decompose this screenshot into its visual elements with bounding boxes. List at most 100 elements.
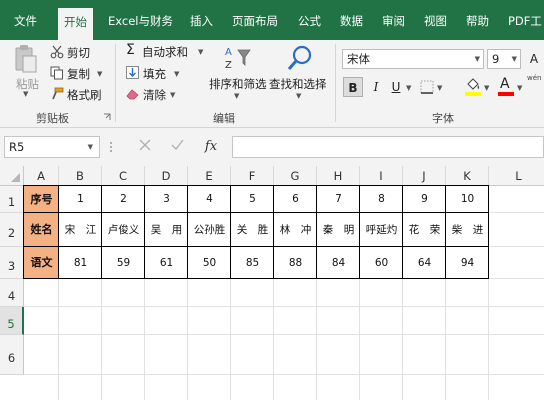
score-cell[interactable]: 50 — [188, 247, 231, 279]
column-header-i[interactable]: I — [360, 166, 403, 186]
score-cell[interactable]: 94 — [446, 247, 489, 279]
name-cell[interactable]: 公孙胜 — [188, 213, 231, 247]
index-cell[interactable]: 1 — [59, 186, 102, 213]
index-cell[interactable]: 6 — [274, 186, 317, 213]
index-cell[interactable]: 8 — [360, 186, 403, 213]
index-cell[interactable]: 4 — [188, 186, 231, 213]
italic-button[interactable]: I — [366, 77, 386, 97]
column-header-e[interactable]: E — [188, 166, 231, 186]
index-cell[interactable]: 2 — [102, 186, 145, 213]
name-cell[interactable]: 林 冲 — [274, 213, 317, 247]
score-cell[interactable]: 85 — [231, 247, 274, 279]
find-select-dropdown-icon: ▼ — [296, 92, 302, 100]
chevron-down-icon[interactable]: ▼ — [512, 50, 517, 68]
name-box[interactable]: R5 ▼ — [4, 136, 100, 158]
confirm-entry-button[interactable] — [166, 137, 188, 157]
copy-button[interactable]: 复制 ▼ — [50, 65, 116, 83]
row-header-2[interactable]: 2 — [0, 213, 24, 247]
column-header-h[interactable]: H — [317, 166, 360, 186]
phonetic-button[interactable]: wén — [526, 74, 544, 98]
score-cell[interactable]: 59 — [102, 247, 145, 279]
tab-excel-finance[interactable]: Excel与财务 — [108, 0, 173, 40]
sort-filter-button[interactable]: A Z 排序和筛选 ▼ — [208, 42, 268, 106]
formula-input[interactable] — [232, 136, 544, 158]
column-header-a[interactable]: A — [24, 166, 59, 186]
row-header-5[interactable]: 5 — [0, 307, 24, 335]
chevron-down-icon[interactable]: ▼ — [88, 137, 93, 157]
underline-dropdown-icon[interactable]: ▼ — [406, 84, 411, 92]
x-icon — [139, 139, 151, 151]
fill-color-button[interactable] — [463, 76, 483, 98]
index-cell[interactable]: 7 — [317, 186, 360, 213]
name-cell[interactable]: 呼延灼 — [360, 213, 403, 247]
column-header-j[interactable]: J — [403, 166, 446, 186]
tab-insert[interactable]: 插入 — [190, 0, 213, 40]
name-cell[interactable]: 宋 江 — [59, 213, 102, 247]
formula-bar-splitter[interactable] — [110, 140, 114, 154]
index-cell[interactable]: 9 — [403, 186, 446, 213]
paste-button[interactable]: 粘贴 ▼ — [8, 42, 44, 98]
underline-button[interactable]: U — [386, 77, 406, 97]
font-color-dropdown-icon[interactable]: ▼ — [517, 84, 522, 92]
borders-dropdown-icon[interactable]: ▼ — [437, 84, 442, 92]
index-cell[interactable]: 10 — [446, 186, 489, 213]
tab-help[interactable]: 帮助 — [466, 0, 489, 40]
fill-button[interactable]: 填充 ▼ — [126, 65, 186, 83]
grow-font-button[interactable]: A — [524, 49, 544, 69]
name-cell[interactable]: 花 荣 — [403, 213, 446, 247]
autosum-button[interactable]: Σ 自动求和 ▼ — [126, 42, 210, 61]
row-label-cell[interactable]: 语文 — [24, 247, 59, 279]
tab-pdf-tools[interactable]: PDF工 — [508, 0, 542, 40]
name-cell[interactable]: 吴 用 — [145, 213, 188, 247]
tab-data[interactable]: 数据 — [340, 0, 363, 40]
tab-formulas[interactable]: 公式 — [298, 0, 321, 40]
score-cell[interactable]: 81 — [59, 247, 102, 279]
name-cell[interactable]: 秦 明 — [317, 213, 360, 247]
cut-button[interactable]: 剪切 — [50, 44, 106, 62]
row-label-cell[interactable]: 姓名 — [24, 213, 59, 247]
row-header-1[interactable]: 1 — [0, 186, 24, 213]
column-header-k[interactable]: K — [446, 166, 489, 186]
row-header-3[interactable]: 3 — [0, 247, 24, 279]
tab-review[interactable]: 审阅 — [382, 0, 405, 40]
row-header-4[interactable]: 4 — [0, 279, 24, 307]
column-header-g[interactable]: G — [274, 166, 317, 186]
index-cell[interactable]: 5 — [231, 186, 274, 213]
insert-function-button[interactable]: fx — [198, 137, 224, 157]
column-header-d[interactable]: D — [145, 166, 188, 186]
font-color-button[interactable]: A — [496, 76, 516, 98]
chevron-down-icon[interactable]: ▼ — [475, 50, 480, 68]
bold-button[interactable]: B — [343, 77, 363, 97]
tab-view[interactable]: 视图 — [424, 0, 447, 40]
row-header-6[interactable]: 6 — [0, 335, 24, 375]
tab-file[interactable]: 文件 — [14, 0, 37, 40]
column-header-f[interactable]: F — [231, 166, 274, 186]
column-header-l[interactable]: L — [489, 166, 544, 186]
score-cell[interactable]: 88 — [274, 247, 317, 279]
name-cell[interactable]: 卢俊义 — [102, 213, 145, 247]
find-select-button[interactable]: 查找和选择 ▼ — [268, 42, 330, 106]
score-cell[interactable]: 60 — [360, 247, 403, 279]
score-cell[interactable]: 61 — [145, 247, 188, 279]
font-name-combo[interactable]: 宋体 ▼ — [342, 49, 484, 69]
column-header-c[interactable]: C — [102, 166, 145, 186]
worksheet-grid[interactable]: ABCDEFGHIJKL 123456 序号 1 2 3 4 5 6 7 8 9 10 姓名宋 江卢俊… — [0, 166, 544, 400]
clear-button[interactable]: 清除 ▼ — [126, 86, 186, 104]
tab-page-layout[interactable]: 页面布局 — [232, 0, 278, 40]
column-header-b[interactable]: B — [59, 166, 102, 186]
name-cell[interactable]: 柴 进 — [446, 213, 489, 247]
row-label-cell[interactable]: 序号 — [24, 186, 59, 213]
select-all-button[interactable] — [0, 166, 24, 186]
tab-home[interactable]: 开始 — [58, 8, 93, 40]
dialog-launcher-icon[interactable] — [103, 113, 111, 121]
name-cell[interactable]: 关 胜 — [231, 213, 274, 247]
cancel-entry-button[interactable] — [134, 137, 156, 157]
fill-color-dropdown-icon[interactable]: ▼ — [484, 84, 489, 92]
font-size-combo[interactable]: 9 ▼ — [487, 49, 521, 69]
score-cell[interactable]: 84 — [317, 247, 360, 279]
score-cell[interactable]: 64 — [403, 247, 446, 279]
format-painter-button[interactable]: 格式刷 — [50, 86, 106, 104]
index-cell[interactable]: 3 — [145, 186, 188, 213]
svg-text:A: A — [225, 47, 232, 58]
borders-icon[interactable] — [420, 80, 434, 94]
